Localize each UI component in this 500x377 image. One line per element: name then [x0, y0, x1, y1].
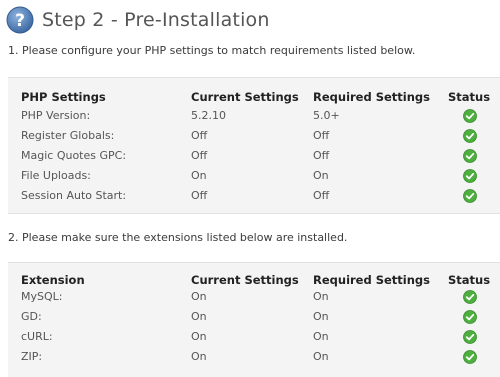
extensions-table: Extension Current Settings Required Sett…	[8, 262, 500, 377]
current-value: Off	[191, 189, 208, 202]
required-value: Off	[313, 129, 330, 142]
setting-name: Session Auto Start:	[21, 189, 127, 202]
check-icon	[463, 350, 477, 364]
table-row: Magic Quotes GPC: Off Off	[8, 146, 500, 166]
table-row: cURL: On On	[8, 327, 500, 347]
status-indicator	[463, 169, 477, 183]
setting-name: GD:	[21, 310, 42, 323]
status-indicator	[463, 129, 477, 143]
current-value: On	[191, 290, 207, 303]
table-row: ZIP: On On	[8, 347, 500, 367]
status-indicator	[463, 330, 477, 344]
table-row: Session Auto Start: Off Off	[8, 186, 500, 206]
php-settings-table: PHP Settings Current Settings Required S…	[8, 77, 500, 214]
required-value: On	[313, 350, 329, 363]
setting-name: Magic Quotes GPC:	[21, 149, 127, 162]
check-icon	[463, 330, 477, 344]
check-icon	[463, 109, 477, 123]
table-row: Register Globals: Off Off	[8, 126, 500, 146]
status-indicator	[463, 109, 477, 123]
check-icon	[463, 149, 477, 163]
required-value: 5.0+	[313, 109, 340, 122]
status-indicator	[463, 149, 477, 163]
required-value: Off	[313, 149, 330, 162]
required-value: Off	[313, 189, 330, 202]
page-title: Step 2 - Pre-Installation	[42, 9, 270, 31]
required-value: On	[313, 330, 329, 343]
help-icon[interactable]: ?	[6, 6, 34, 34]
php-settings-instruction: 1. Please configure your PHP settings to…	[8, 44, 416, 57]
table-row: File Uploads: On On	[8, 166, 500, 186]
page-header: ? Step 2 - Pre-Installation	[6, 4, 270, 36]
svg-text:?: ?	[15, 11, 25, 31]
check-icon	[463, 169, 477, 183]
status-indicator	[463, 189, 477, 203]
status-indicator	[463, 350, 477, 364]
col-current-settings: Current Settings	[191, 90, 299, 104]
php-settings-header-row: PHP Settings Current Settings Required S…	[8, 87, 500, 107]
setting-name: ZIP:	[21, 350, 43, 363]
current-value: 5.2.10	[191, 109, 226, 122]
pre-installation-page: ? Step 2 - Pre-Installation 1. Please co…	[0, 0, 500, 377]
current-value: On	[191, 169, 207, 182]
extensions-instruction: 2. Please make sure the extensions liste…	[8, 231, 348, 244]
current-value: On	[191, 310, 207, 323]
setting-name: File Uploads:	[21, 169, 91, 182]
setting-name: PHP Version:	[21, 109, 91, 122]
table-row: GD: On On	[8, 307, 500, 327]
setting-name: Register Globals:	[21, 129, 115, 142]
setting-name: MySQL:	[21, 290, 63, 303]
col-status: Status	[448, 90, 491, 104]
check-icon	[463, 189, 477, 203]
current-value: Off	[191, 129, 208, 142]
table-row: MySQL: On On	[8, 287, 500, 307]
status-indicator	[463, 290, 477, 304]
required-value: On	[313, 310, 329, 323]
required-value: On	[313, 169, 329, 182]
col-php-settings: PHP Settings	[21, 90, 106, 104]
col-required-settings: Required Settings	[313, 90, 431, 104]
current-value: Off	[191, 149, 208, 162]
current-value: On	[191, 350, 207, 363]
check-icon	[463, 310, 477, 324]
table-row: PHP Version: 5.2.10 5.0+	[8, 106, 500, 126]
status-indicator	[463, 310, 477, 324]
current-value: On	[191, 330, 207, 343]
setting-name: cURL:	[21, 330, 53, 343]
check-icon	[463, 129, 477, 143]
check-icon	[463, 290, 477, 304]
required-value: On	[313, 290, 329, 303]
